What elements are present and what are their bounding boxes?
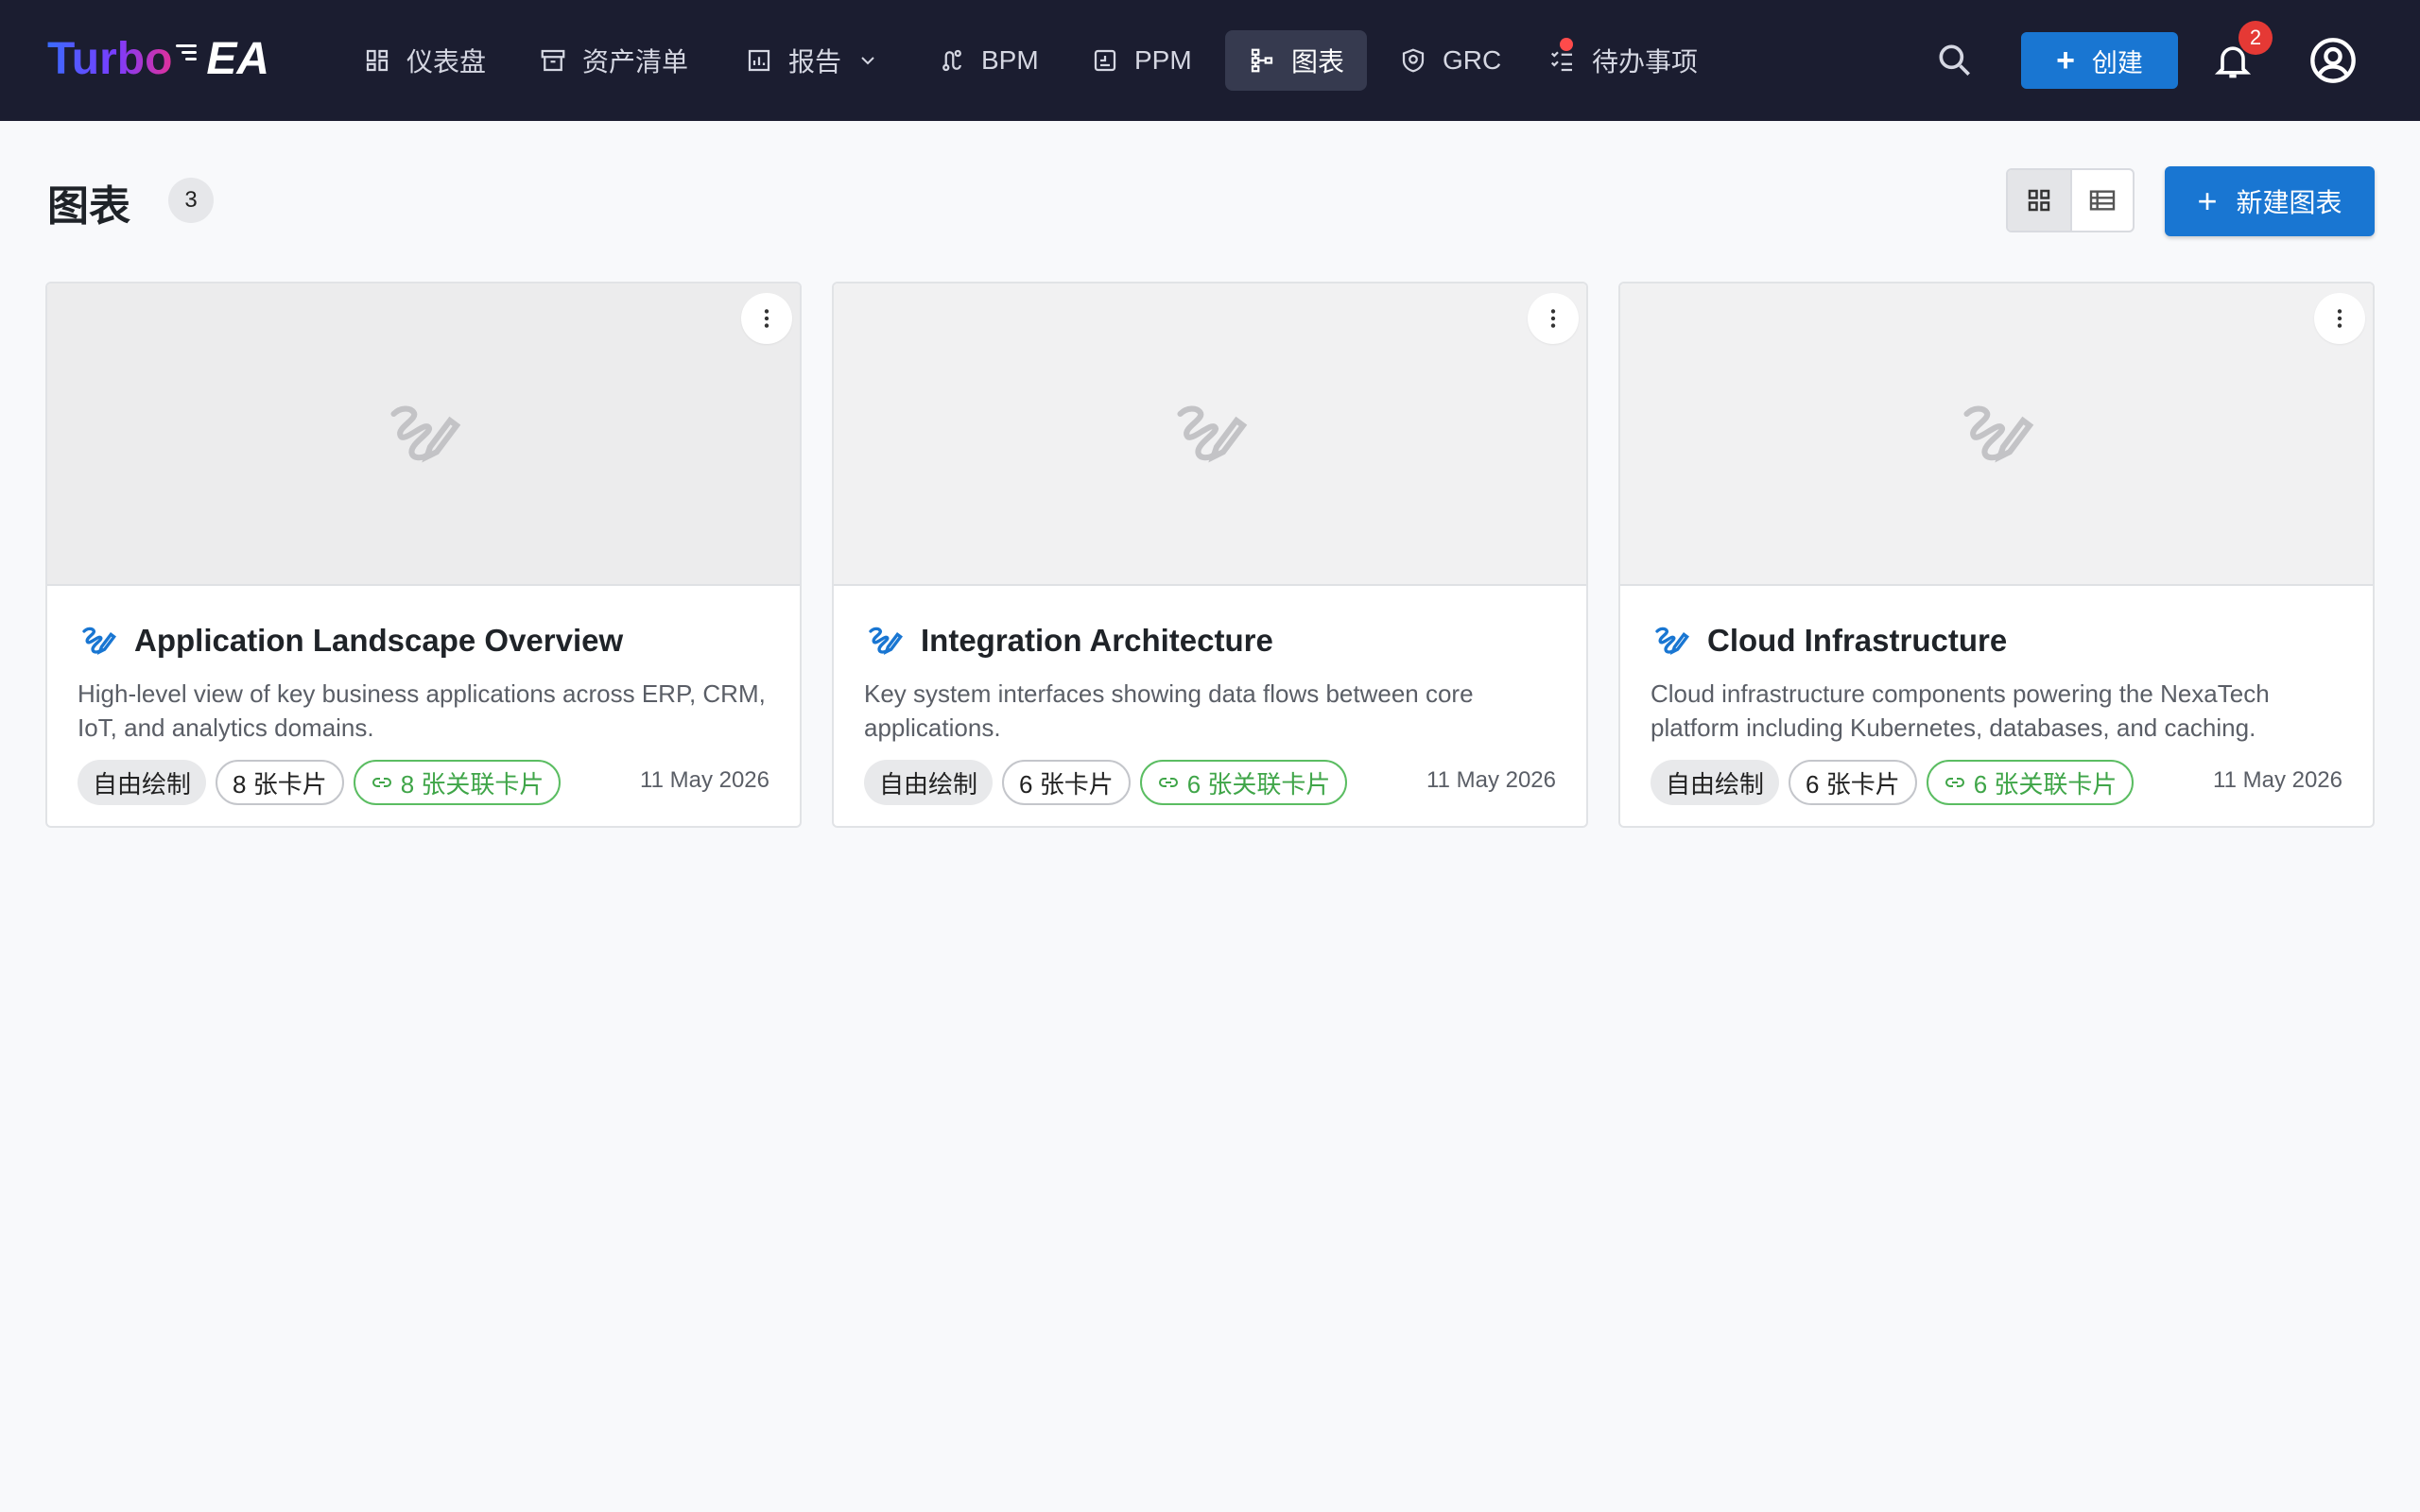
card-meta: 自由绘制 6 张卡片 6 张关联卡片 (1651, 760, 2135, 805)
card-date: 11 May 2026 (2213, 767, 2342, 793)
diagram-card[interactable]: Application Landscape Overview High-leve… (45, 282, 802, 828)
more-vert-icon (2337, 309, 2342, 328)
diagram-thumbnail[interactable] (834, 284, 1586, 586)
notification-badge: 2 (2238, 21, 2273, 55)
nav-item-diagrams[interactable]: 图表 (1225, 30, 1368, 91)
more-options-button[interactable] (2314, 293, 2365, 344)
draw-icon (82, 627, 116, 655)
nav-item-bpm[interactable]: BPM (915, 30, 1062, 91)
inventory-icon (541, 49, 565, 72)
shield-icon (1402, 48, 1425, 73)
list-icon (2089, 190, 2116, 211)
chevron-down-icon (861, 57, 874, 65)
dashboard-icon (366, 49, 389, 72)
linked-cards-chip: 8 张关联卡片 (353, 760, 562, 805)
search-icon[interactable] (1934, 40, 1976, 81)
linked-cards-chip: 6 张关联卡片 (1139, 760, 1348, 805)
card-description: High-level view of key business applicat… (78, 679, 766, 742)
draw-placeholder-icon (1963, 405, 2034, 463)
card-meta: 自由绘制 8 张卡片 8 张关联卡片 (78, 760, 562, 805)
card-count-chip: 6 张卡片 (1002, 760, 1131, 805)
link-icon (372, 778, 391, 787)
more-options-button[interactable] (741, 293, 792, 344)
linked-cards-label: 6 张关联卡片 (1973, 769, 2118, 799)
logo-text-ea: EA (206, 33, 270, 84)
logo-text-turbo: Turbo (47, 33, 173, 84)
nav-item-inventory[interactable]: 资产清单 (516, 30, 711, 91)
bpm-icon (942, 49, 961, 72)
card-description: Cloud infrastructure components powering… (1651, 679, 2270, 742)
account-icon[interactable] (2308, 36, 2358, 85)
draw-icon (1655, 627, 1689, 655)
diagram-thumbnail[interactable] (1620, 284, 2373, 586)
linked-cards-label: 6 张关联卡片 (1186, 769, 1331, 799)
nav-item-reports[interactable]: 报告 (722, 30, 902, 91)
nav-item-dashboard[interactable]: 仪表盘 (340, 30, 509, 91)
nav-label: 图表 (1291, 47, 1345, 77)
card-description: Key system interfaces showing data flows… (864, 679, 1474, 742)
nav-label: 资产清单 (582, 47, 689, 77)
card-date: 11 May 2026 (1426, 767, 1556, 793)
nav-label: PPM (1134, 45, 1192, 75)
list-view-button[interactable] (2070, 170, 2133, 231)
grid-icon (2028, 189, 2050, 212)
more-vert-icon (1550, 309, 1556, 328)
nav-label: BPM (981, 45, 1039, 75)
new-diagram-button-label: 新建图表 (2236, 188, 2342, 217)
diagram-type-chip: 自由绘制 (78, 760, 207, 805)
notification-dot (1560, 38, 1573, 51)
ppm-icon (1094, 49, 1116, 72)
speed-lines-icon (176, 42, 200, 64)
card-count-chip: 6 张卡片 (1789, 760, 1917, 805)
diagram-type-chip: 自由绘制 (1651, 760, 1780, 805)
link-icon (1945, 778, 1964, 787)
more-vert-icon (764, 309, 769, 328)
draw-placeholder-icon (390, 405, 461, 463)
draw-icon (869, 627, 903, 655)
card-count-chip: 8 张卡片 (216, 760, 344, 805)
card-title-row: Cloud Infrastructure (1652, 622, 2007, 660)
diagram-card[interactable]: Integration Architecture Key system inte… (832, 282, 1588, 828)
diagram-icon (1251, 48, 1273, 73)
card-title: Cloud Infrastructure (1707, 623, 2008, 658)
nav-label: GRC (1443, 45, 1502, 75)
nav-item-ppm[interactable]: PPM (1068, 30, 1215, 91)
nav-item-grc[interactable]: GRC (1376, 30, 1524, 91)
nav-label: 报告 (788, 47, 842, 77)
create-button-label: 创建 (2091, 48, 2143, 77)
draw-placeholder-icon (1177, 405, 1248, 463)
more-options-button[interactable] (1528, 293, 1579, 344)
card-date: 11 May 2026 (640, 767, 769, 793)
view-toggle (2006, 168, 2135, 232)
count-badge: 3 (168, 178, 214, 223)
linked-cards-chip: 6 张关联卡片 (1926, 760, 2135, 805)
card-meta: 自由绘制 6 张卡片 6 张关联卡片 (864, 760, 1348, 805)
card-title-row: Integration Architecture (866, 622, 1273, 660)
link-icon (1158, 778, 1178, 787)
top-navigation-bar: Turbo EA 仪表盘 资产清单 报告 BPM PPM 图表 GRC 待办事项 (0, 0, 2420, 121)
card-title: Integration Architecture (921, 623, 1273, 658)
nav-label: 仪表盘 (406, 47, 487, 77)
grid-view-button[interactable] (2008, 170, 2070, 231)
app-logo[interactable]: Turbo EA (47, 28, 269, 89)
report-icon (748, 49, 770, 72)
new-diagram-button[interactable]: + 新建图表 (2165, 166, 2375, 236)
plus-icon: + (2056, 43, 2075, 78)
create-button[interactable]: + 创建 (2021, 32, 2178, 89)
nav-label: 待办事项 (1592, 47, 1699, 77)
diagram-card[interactable]: Cloud Infrastructure Cloud infrastructur… (1618, 282, 2375, 828)
todo-icon (1550, 51, 1572, 72)
diagram-type-chip: 自由绘制 (864, 760, 994, 805)
diagram-thumbnail[interactable] (47, 284, 800, 586)
linked-cards-label: 8 张关联卡片 (400, 769, 544, 799)
card-title: Application Landscape Overview (134, 623, 624, 658)
nav-item-todos[interactable]: 待办事项 (1526, 30, 1720, 91)
card-title-row: Application Landscape Overview (79, 622, 623, 660)
page-title: 图表 (47, 183, 130, 230)
plus-icon: + (2197, 181, 2218, 220)
